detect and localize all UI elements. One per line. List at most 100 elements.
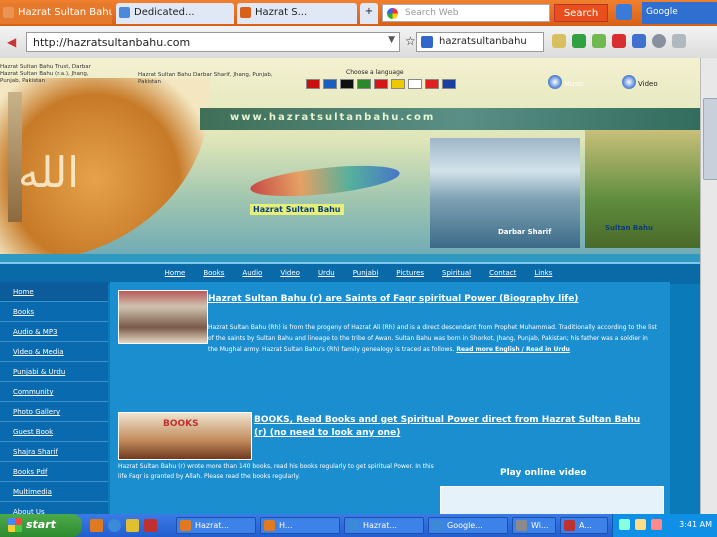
sidebar-item-punjabi-urdu[interactable]: Punjabi & Urdu: [0, 362, 108, 382]
sidebar-item-guest-book[interactable]: Guest Book: [0, 422, 108, 442]
topnav-item-links[interactable]: Links: [525, 264, 561, 284]
video-player-box[interactable]: [440, 486, 664, 514]
address-bar: ◀ http://hazratsultanbahu.com ▼ ☆ hazrat…: [0, 26, 717, 59]
url-text: http://hazratsultanbahu.com: [33, 36, 191, 49]
taskbar-window-button[interactable]: Google...: [428, 517, 508, 534]
taskbar-window-button[interactable]: Wi...: [512, 517, 556, 534]
red-addon-icon[interactable]: [612, 34, 626, 48]
menu-icon[interactable]: [672, 34, 686, 48]
browser-tab-1[interactable]: Hazrat Sultan Bahu: [0, 3, 112, 24]
video-label: Video: [638, 80, 658, 88]
books-thumbnail[interactable]: BOOKS: [118, 412, 252, 460]
language-flag-icon[interactable]: [323, 79, 337, 89]
topnav-item-urdu[interactable]: Urdu: [309, 264, 344, 284]
toolbar-extension-icon[interactable]: [616, 4, 632, 20]
calligraphy-swirl-image: [249, 160, 401, 202]
gear-icon[interactable]: [652, 34, 666, 48]
shield-icon[interactable]: [572, 34, 586, 48]
language-flags: [306, 79, 456, 89]
topnav-item-spiritual[interactable]: Spiritual: [433, 264, 480, 284]
dropdown-arrow-icon[interactable]: ▼: [388, 35, 395, 45]
window-app-icon: [348, 520, 359, 531]
sidebar-item-photo-gallery[interactable]: Photo Gallery: [0, 402, 108, 422]
header-banner-band: www.hazratsultanbahu.com: [200, 108, 717, 130]
volume-icon[interactable]: [635, 519, 646, 530]
site-favicon-icon: [240, 7, 251, 18]
window-app-icon: [564, 520, 575, 531]
taskbar-window-button[interactable]: Hazrat...: [176, 517, 256, 534]
music-button[interactable]: Music: [548, 75, 610, 93]
sidebar-item-home[interactable]: Home: [0, 282, 108, 302]
security-icon[interactable]: [651, 519, 662, 530]
read-more-link[interactable]: Read more English / Read in Urdu: [456, 346, 570, 353]
header-divider: [0, 254, 717, 262]
header-address-left: Hazrat Sultan Bahu Trust, Darbar Hazrat …: [0, 64, 91, 84]
web-search-input[interactable]: Search Web: [382, 4, 550, 22]
sidebar-item-audio-mp3[interactable]: Audio & MP3: [0, 322, 108, 342]
quicklaunch-ie-icon[interactable]: [108, 519, 121, 532]
video-button[interactable]: Video: [622, 75, 684, 93]
quicklaunch-media-icon[interactable]: [126, 519, 139, 532]
web-search-button[interactable]: Search: [554, 4, 608, 22]
language-flag-icon[interactable]: [425, 79, 439, 89]
back-arrow-icon[interactable]: ◀: [7, 35, 21, 49]
biography-thumbnail[interactable]: [118, 290, 208, 344]
sidebar-item-books[interactable]: Books: [0, 302, 108, 322]
network-icon[interactable]: [619, 519, 630, 530]
start-button[interactable]: start: [0, 514, 82, 537]
blue-addon-icon[interactable]: [632, 34, 646, 48]
quicklaunch-browser-icon[interactable]: [90, 519, 103, 532]
browser-tab-2[interactable]: Dedicated...: [116, 3, 234, 24]
language-flag-icon[interactable]: [442, 79, 456, 89]
pencil-icon[interactable]: [552, 34, 566, 48]
language-flag-icon[interactable]: [340, 79, 354, 89]
language-label: Choose a language: [346, 69, 404, 76]
taskbar-window-button[interactable]: H...: [260, 517, 340, 534]
browser-tab-bar: Hazrat Sultan Bahu Dedicated... Hazrat S…: [0, 0, 717, 26]
browser-tab-3[interactable]: Hazrat S...: [237, 3, 357, 24]
language-flag-icon[interactable]: [374, 79, 388, 89]
page-scrollbar[interactable]: [700, 58, 717, 514]
toolbar-search-input[interactable]: hazratsultanbahu: [416, 32, 544, 52]
topnav-item-video[interactable]: Video: [271, 264, 309, 284]
article-2-title-link[interactable]: BOOKS, Read Books and get Spiritual Powe…: [254, 414, 654, 440]
banner-text: www.hazratsultanbahu.com: [230, 112, 436, 123]
topnav-item-contact[interactable]: Contact: [480, 264, 525, 284]
tab-label: Dedicated...: [134, 7, 195, 18]
main-content: Hazrat Sultan Bahu (r) are Saints of Faq…: [110, 282, 670, 514]
topnav-item-pictures[interactable]: Pictures: [387, 264, 433, 284]
language-flag-icon[interactable]: [357, 79, 371, 89]
sidebar-item-video-media[interactable]: Video & Media: [0, 342, 108, 362]
calligraphy-panel: الله: [0, 78, 210, 262]
toolbar-google-button[interactable]: Google: [642, 2, 717, 24]
taskbar-window-button[interactable]: Hazrat...: [344, 517, 424, 534]
taskbar-window-button[interactable]: A...: [560, 517, 608, 534]
language-flag-icon[interactable]: [306, 79, 320, 89]
green-addon-icon[interactable]: [592, 34, 606, 48]
start-label: start: [26, 518, 56, 531]
sidebar-item-multimedia[interactable]: Multimedia: [0, 482, 108, 502]
clock: 3:41 AM: [679, 520, 712, 529]
topnav-item-punjabi[interactable]: Punjabi: [344, 264, 388, 284]
new-tab-button[interactable]: +: [360, 3, 378, 24]
sidebar-item-books-pdf[interactable]: Books Pdf: [0, 462, 108, 482]
article-1-title-link[interactable]: Hazrat Sultan Bahu (r) are Saints of Faq…: [208, 294, 648, 304]
language-flag-icon[interactable]: [408, 79, 422, 89]
site-favicon-icon: [119, 7, 130, 18]
topnav-item-audio[interactable]: Audio: [233, 264, 271, 284]
taskbar-window-label: H...: [279, 521, 293, 530]
sidebar-item-community[interactable]: Community: [0, 382, 108, 402]
sidebar-item-shajra-sharif[interactable]: Shajra Sharif: [0, 442, 108, 462]
tomb-caption: Sultan Bahu: [605, 224, 653, 232]
scrollbar-thumb[interactable]: [703, 98, 717, 180]
system-tray: 3:41 AM: [612, 514, 717, 537]
star-bookmark-icon[interactable]: ☆: [405, 34, 416, 48]
allah-calligraphy-logo: الله: [18, 148, 83, 197]
topnav-item-books[interactable]: Books: [194, 264, 233, 284]
url-input[interactable]: http://hazratsultanbahu.com ▼: [26, 32, 400, 52]
quicklaunch-app-icon[interactable]: [144, 519, 157, 532]
language-flag-icon[interactable]: [391, 79, 405, 89]
site-header: الله Hazrat Sultan Bahu Trust, Darbar Ha…: [0, 58, 717, 262]
topnav-item-home[interactable]: Home: [156, 264, 195, 284]
shrine-caption: Darbar Sharif: [498, 228, 552, 236]
